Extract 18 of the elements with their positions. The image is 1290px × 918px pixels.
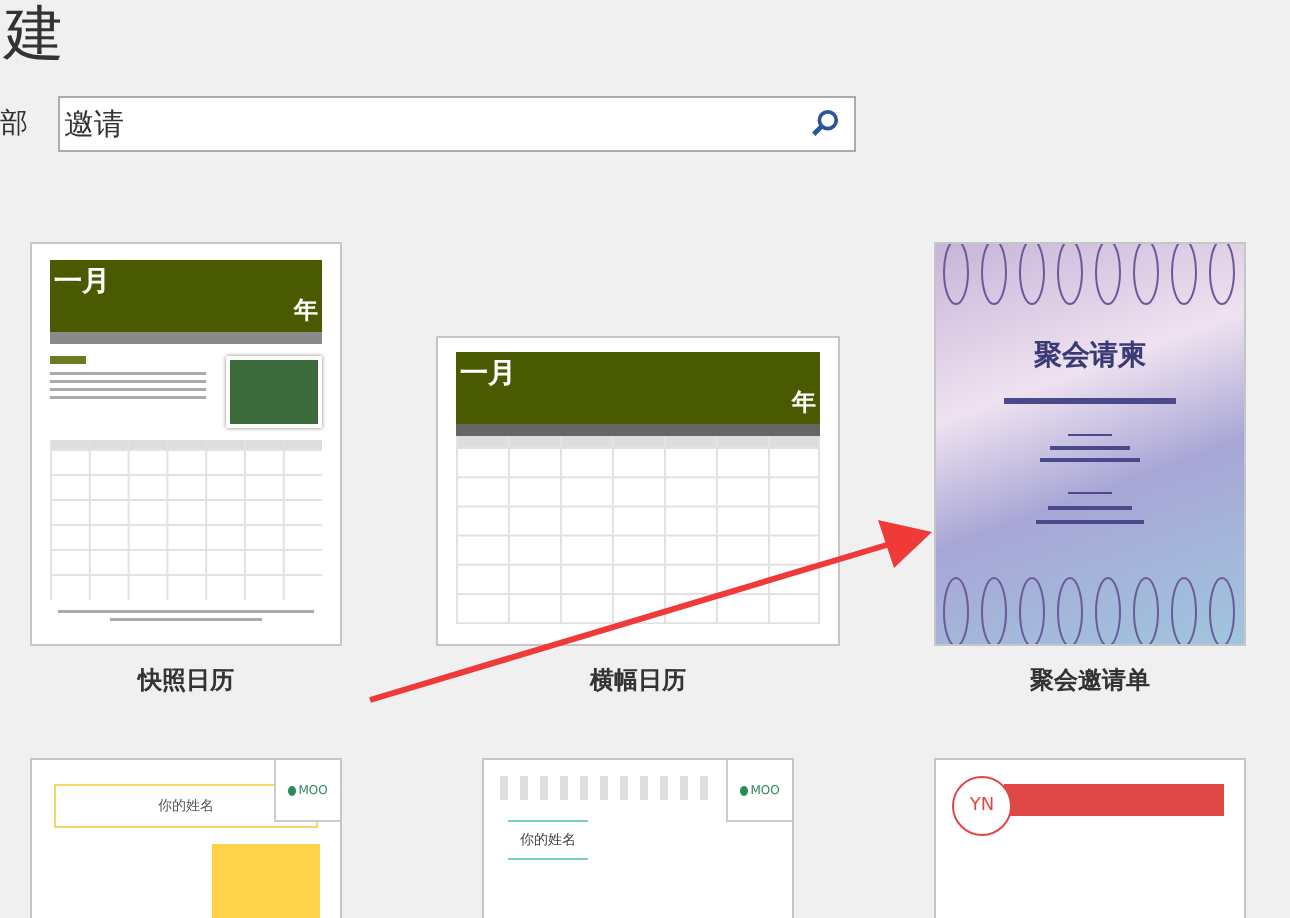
template-thumbnail[interactable]: 一月 年	[30, 242, 342, 646]
template-name[interactable]: 横幅日历	[590, 664, 686, 698]
search-icon[interactable]	[810, 108, 840, 138]
month-heading: 一月	[460, 356, 516, 392]
search-scope-label: 部	[0, 106, 28, 142]
page-title: 建	[1, 0, 66, 72]
year-heading: 年	[294, 294, 318, 328]
month-heading: 一月	[54, 264, 110, 300]
template-name[interactable]: 快照日历	[138, 664, 234, 698]
photo-placeholder	[226, 356, 322, 428]
template-thumbnail[interactable]: 聚会请柬	[934, 242, 1246, 646]
template-thumbnail[interactable]: YN	[934, 758, 1246, 918]
search-field[interactable]: 邀请	[58, 96, 856, 152]
monogram-badge: YN	[952, 776, 1012, 836]
template-thumbnail[interactable]: 一月 年	[436, 336, 840, 646]
year-heading: 年	[792, 386, 816, 420]
invitation-heading: 聚会请柬	[1034, 337, 1146, 374]
template-name[interactable]: 聚会邀请单	[1030, 664, 1150, 698]
